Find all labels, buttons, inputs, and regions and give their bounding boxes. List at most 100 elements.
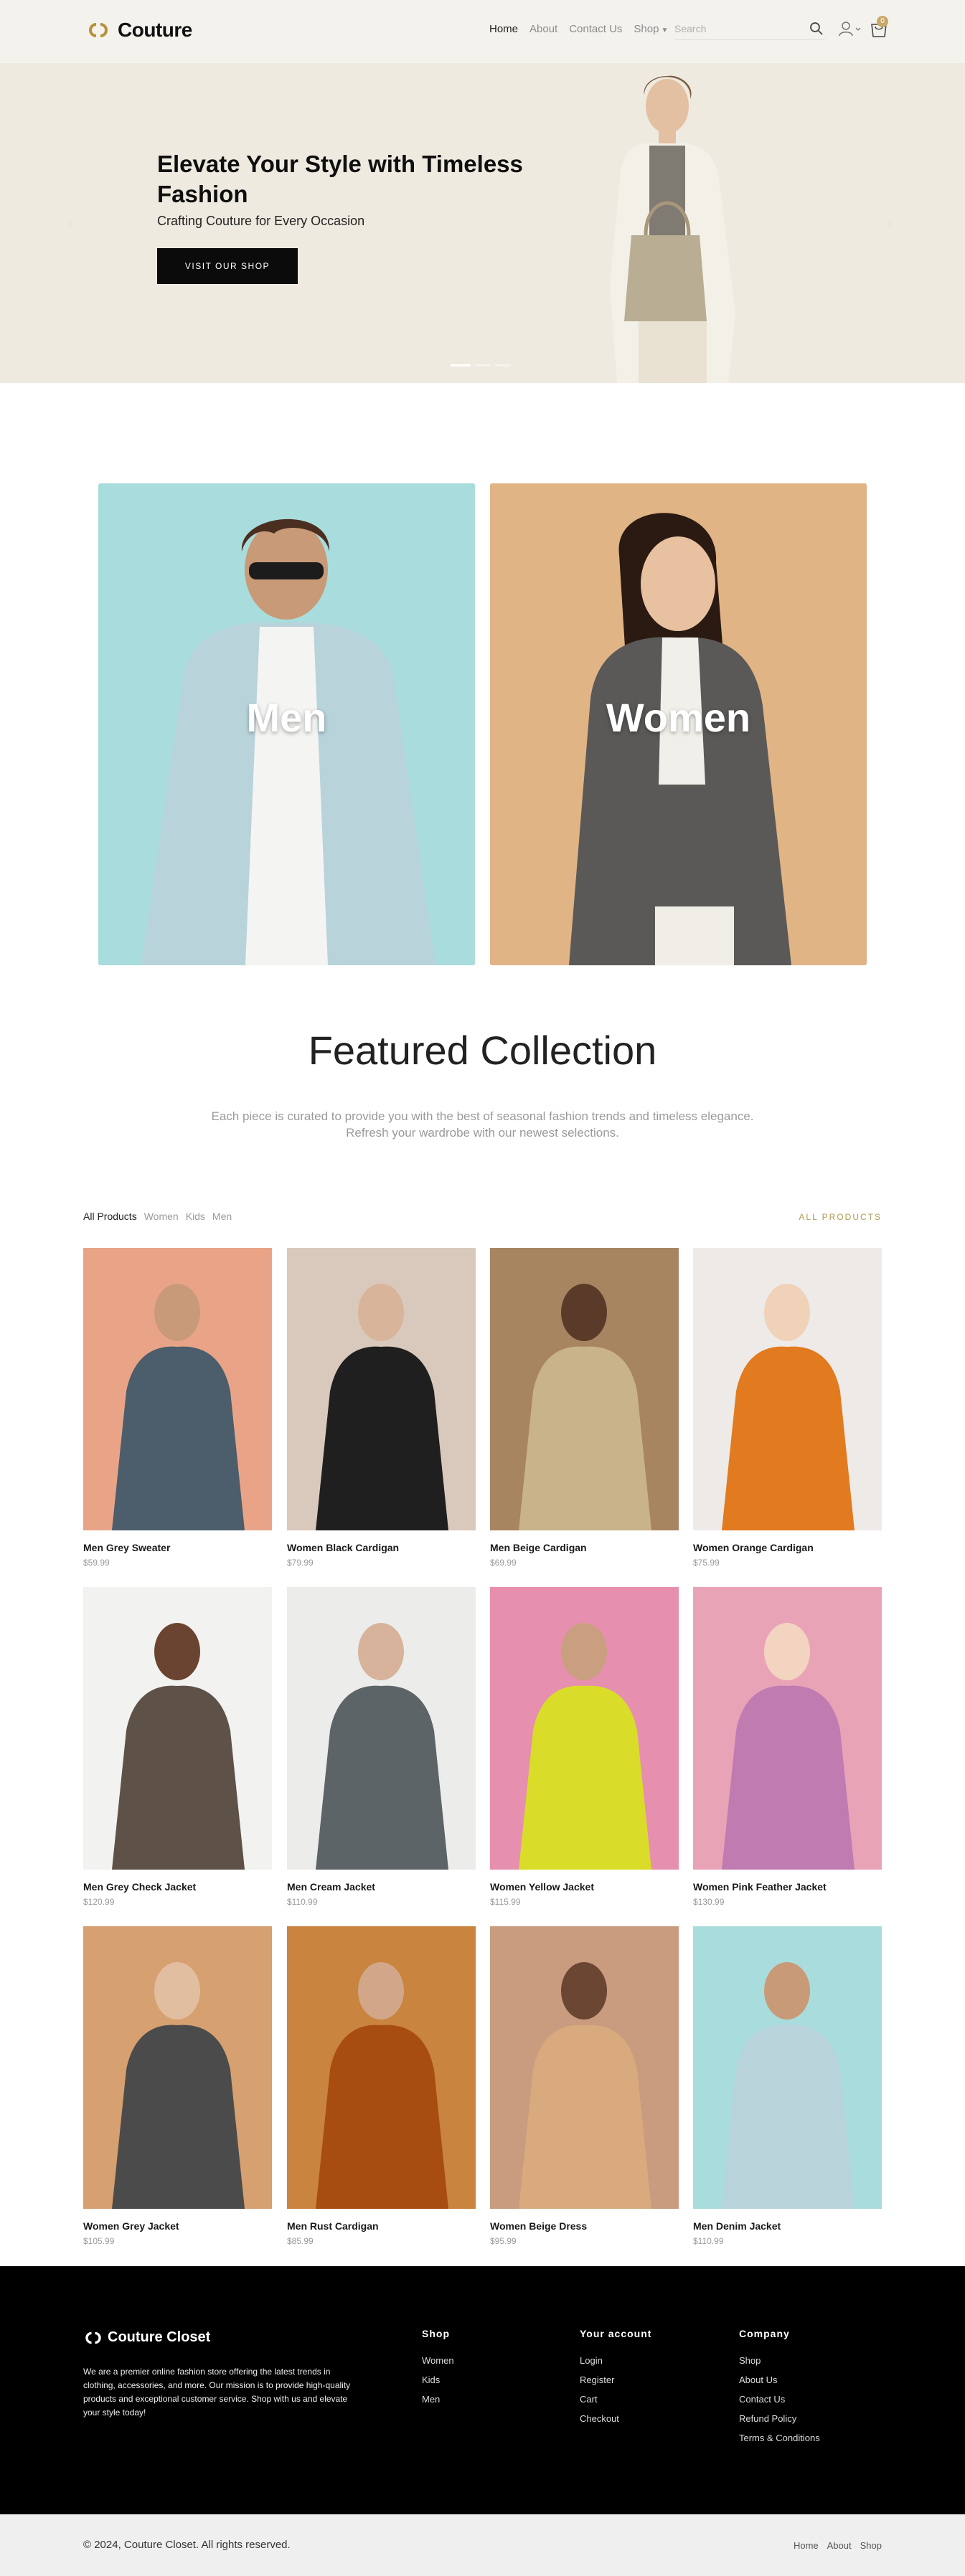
footer-link-login[interactable]: Login — [580, 2355, 651, 2367]
product-price: $105.99 — [83, 2236, 115, 2246]
footer-brand-logo[interactable]: Couture Closet — [83, 2329, 210, 2346]
filter-all-products[interactable]: All Products — [83, 1211, 137, 1222]
product-name[interactable]: Women Orange Cardigan — [693, 1542, 814, 1553]
product-filters: All Products Women Kids Men — [83, 1211, 239, 1222]
hero-next-arrow[interactable]: › — [887, 214, 893, 234]
logo-icon — [89, 23, 108, 37]
hero-prev-arrow[interactable]: ‹ — [67, 214, 73, 234]
product-name[interactable]: Men Rust Cardigan — [287, 2220, 379, 2232]
nav-shop-label: Shop — [634, 23, 659, 35]
filter-men[interactable]: Men — [212, 1211, 232, 1222]
product-name[interactable]: Women Pink Feather Jacket — [693, 1881, 827, 1893]
footer-link-cart[interactable]: Cart — [580, 2394, 651, 2406]
filter-women[interactable]: Women — [144, 1211, 179, 1222]
footer-link-refund-policy[interactable]: Refund Policy — [739, 2413, 820, 2425]
product-card[interactable]: Men Grey Sweater $59.99 — [83, 1248, 272, 1568]
product-card[interactable]: Women Beige Dress $95.99 — [490, 1926, 679, 2246]
site-header: Couture Home About Contact Us Shop▼ 0 — [0, 0, 965, 63]
slider-dot[interactable] — [495, 364, 511, 366]
product-card[interactable]: Men Beige Cardigan $69.99 — [490, 1248, 679, 1568]
footer-brand-name: Couture Closet — [108, 2329, 211, 2345]
product-card[interactable]: Women Yellow Jacket $115.99 — [490, 1587, 679, 1907]
product-image[interactable] — [490, 1587, 679, 1870]
product-name[interactable]: Women Grey Jacket — [83, 2220, 179, 2232]
category-label-men: Men — [246, 695, 327, 740]
product-card[interactable]: Women Grey Jacket $105.99 — [83, 1926, 272, 2246]
product-card[interactable]: Men Rust Cardigan $85.99 — [287, 1926, 476, 2246]
nav-about[interactable]: About — [529, 23, 557, 35]
category-card-men[interactable]: Men — [98, 483, 475, 965]
copyright-bar: © 2024, Couture Closet. All rights reser… — [0, 2514, 965, 2576]
footer-account-title: Your account — [580, 2328, 652, 2339]
footer-link-checkout[interactable]: Checkout — [580, 2413, 651, 2425]
product-price: $85.99 — [287, 2236, 314, 2246]
slider-dot[interactable] — [475, 364, 491, 366]
hero-title: Elevate Your Style with Timeless Fashion — [157, 151, 523, 207]
bottom-link-home[interactable]: Home — [794, 2540, 819, 2551]
footer-company-title: Company — [739, 2328, 790, 2339]
product-name[interactable]: Men Denim Jacket — [693, 2220, 781, 2232]
product-card[interactable]: Men Denim Jacket $110.99 — [693, 1926, 882, 2246]
category-card-women[interactable]: Women — [490, 483, 867, 965]
product-name[interactable]: Men Beige Cardigan — [490, 1542, 587, 1553]
hero-subtitle: Crafting Couture for Every Occasion — [157, 214, 365, 228]
footer-link-men[interactable]: Men — [422, 2394, 454, 2406]
footer-link-terms[interactable]: Terms & Conditions — [739, 2433, 820, 2445]
user-icon[interactable] — [838, 20, 862, 37]
product-image[interactable] — [490, 1926, 679, 2209]
product-image[interactable] — [287, 1926, 476, 2209]
site-footer: Couture Closet We are a premier online f… — [0, 2266, 965, 2514]
product-image[interactable] — [83, 1587, 272, 1870]
main-nav: Home About Contact Us Shop ▼ — [489, 23, 679, 35]
product-price: $130.99 — [693, 1897, 725, 1907]
product-card[interactable]: Women Orange Cardigan $75.99 — [693, 1248, 882, 1568]
product-name[interactable]: Women Yellow Jacket — [490, 1881, 594, 1893]
footer-account-column: Your account Login Register Cart Checkou… — [580, 2328, 651, 2433]
bottom-link-shop[interactable]: Shop — [860, 2540, 882, 2551]
product-image[interactable] — [83, 1248, 272, 1530]
product-name[interactable]: Men Cream Jacket — [287, 1881, 375, 1893]
product-name[interactable]: Men Grey Check Jacket — [83, 1881, 196, 1893]
product-name[interactable]: Women Black Cardigan — [287, 1542, 399, 1553]
footer-link-shop[interactable]: Shop — [739, 2355, 820, 2367]
nav-contact[interactable]: Contact Us — [569, 23, 622, 35]
product-image[interactable] — [693, 1248, 882, 1530]
product-price: $110.99 — [693, 2236, 724, 2246]
visit-shop-button[interactable]: VISIT OUR SHOP — [157, 248, 298, 284]
product-name[interactable]: Men Grey Sweater — [83, 1542, 170, 1553]
footer-link-women[interactable]: Women — [422, 2355, 454, 2367]
featured-description: Each piece is curated to provide you wit… — [211, 1109, 754, 1140]
all-products-link[interactable]: ALL PRODUCTS — [799, 1212, 882, 1222]
nav-home[interactable]: Home — [489, 23, 518, 35]
product-price: $115.99 — [490, 1897, 521, 1907]
filter-kids[interactable]: Kids — [186, 1211, 205, 1222]
product-card[interactable]: Men Grey Check Jacket $120.99 — [83, 1587, 272, 1907]
footer-link-about-us[interactable]: About Us — [739, 2374, 820, 2387]
product-name[interactable]: Women Beige Dress — [490, 2220, 587, 2232]
product-image[interactable] — [83, 1926, 272, 2209]
copyright-text: © 2024, Couture Closet. All rights reser… — [83, 2539, 291, 2551]
footer-link-kids[interactable]: Kids — [422, 2374, 454, 2387]
footer-link-contact-us[interactable]: Contact Us — [739, 2394, 820, 2406]
product-card[interactable]: Women Pink Feather Jacket $130.99 — [693, 1587, 882, 1907]
cart-count-badge: 0 — [877, 16, 888, 27]
product-image[interactable] — [287, 1248, 476, 1530]
product-card[interactable]: Men Cream Jacket $110.99 — [287, 1587, 476, 1907]
product-image[interactable] — [693, 1926, 882, 2209]
slider-dot[interactable] — [451, 364, 471, 366]
search-icon[interactable] — [809, 22, 824, 36]
product-card[interactable]: Women Black Cardigan $79.99 — [287, 1248, 476, 1568]
product-image[interactable] — [490, 1248, 679, 1530]
bottom-links: Home About Shop — [785, 2540, 882, 2551]
product-image[interactable] — [287, 1587, 476, 1870]
search-input[interactable] — [674, 19, 804, 39]
product-image[interactable] — [693, 1587, 882, 1870]
bottom-link-about[interactable]: About — [827, 2540, 852, 2551]
brand-logo[interactable]: Couture — [86, 17, 192, 43]
product-price: $69.99 — [490, 1558, 517, 1568]
product-price: $59.99 — [83, 1558, 110, 1568]
product-price: $79.99 — [287, 1558, 314, 1568]
footer-link-register[interactable]: Register — [580, 2374, 651, 2387]
nav-shop[interactable]: Shop ▼ — [634, 23, 668, 35]
footer-about-text: We are a premier online fashion store of… — [83, 2367, 351, 2418]
